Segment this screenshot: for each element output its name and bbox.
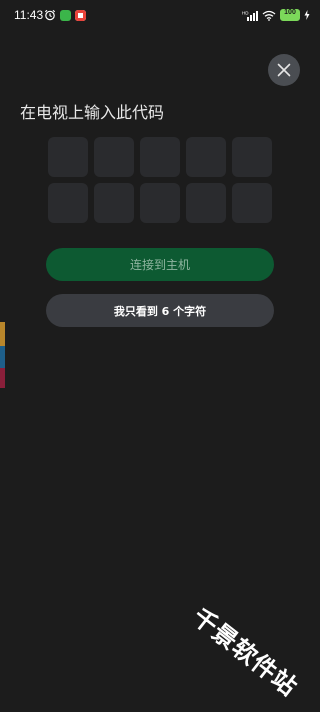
edge-strip-blue bbox=[0, 346, 5, 368]
alarm-icon bbox=[44, 9, 56, 21]
code-cell-6[interactable] bbox=[48, 183, 88, 223]
code-cell-8[interactable] bbox=[140, 183, 180, 223]
watermark: 千景软件站 bbox=[187, 602, 303, 702]
close-icon bbox=[277, 63, 291, 77]
status-bar: 11:43 HD 100 bbox=[0, 0, 320, 32]
app-notification-icon-green bbox=[60, 9, 71, 21]
code-input-grid[interactable] bbox=[48, 137, 272, 223]
code-cell-9[interactable] bbox=[186, 183, 226, 223]
code-cell-3[interactable] bbox=[140, 137, 180, 177]
notification-icons bbox=[44, 9, 86, 21]
page-title: 在电视上输入此代码 bbox=[20, 103, 165, 122]
app-notification-icon-red bbox=[75, 9, 86, 21]
edge-strip-red bbox=[0, 368, 5, 388]
code-cell-7[interactable] bbox=[94, 183, 134, 223]
code-cell-2[interactable] bbox=[94, 137, 134, 177]
connect-to-host-button[interactable]: 连接到主机 bbox=[46, 248, 274, 281]
charging-icon bbox=[304, 10, 310, 20]
battery-icon: 100 bbox=[280, 9, 300, 21]
battery-level: 100 bbox=[284, 9, 296, 16]
only-six-characters-button[interactable]: 我只看到 6 个字符 bbox=[46, 294, 274, 327]
edge-strip-orange bbox=[0, 322, 5, 346]
system-status-icons: HD 100 bbox=[242, 9, 310, 21]
code-cell-1[interactable] bbox=[48, 137, 88, 177]
code-cell-10[interactable] bbox=[232, 183, 272, 223]
signal-icon: HD bbox=[242, 10, 258, 21]
close-button[interactable] bbox=[268, 54, 300, 86]
wifi-icon bbox=[262, 10, 276, 21]
code-cell-4[interactable] bbox=[186, 137, 226, 177]
signal-hd-label: HD bbox=[242, 10, 249, 15]
code-cell-5[interactable] bbox=[232, 137, 272, 177]
status-time: 11:43 bbox=[14, 8, 44, 22]
